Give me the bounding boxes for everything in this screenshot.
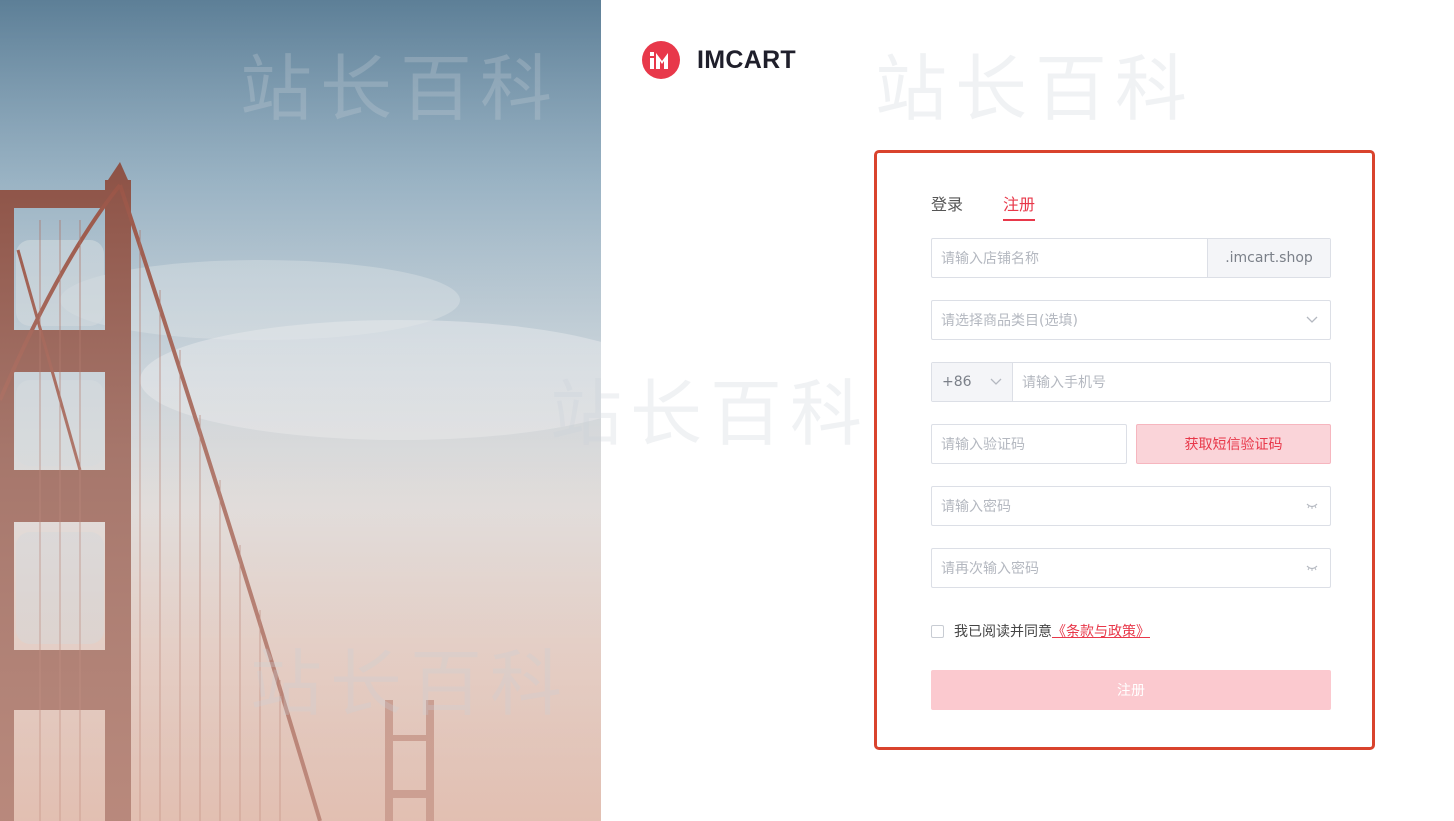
password-confirm-input[interactable]: 请再次输入密码 bbox=[932, 558, 1294, 578]
agreement-row: 我已阅读并同意 《条款与政策》 bbox=[931, 621, 1150, 641]
get-sms-code-button[interactable]: 获取短信验证码 bbox=[1136, 424, 1331, 464]
eye-closed-icon[interactable] bbox=[1294, 565, 1330, 571]
password-field[interactable]: 请输入密码 bbox=[931, 486, 1331, 526]
phone-field[interactable]: +86 请输入手机号 bbox=[931, 362, 1331, 402]
logo-mark-icon bbox=[642, 41, 680, 79]
category-select[interactable]: 请选择商品类目(选填) bbox=[931, 300, 1331, 340]
store-name-field[interactable]: 请输入店铺名称 .imcart.shop bbox=[931, 238, 1331, 278]
agreement-checkbox[interactable] bbox=[931, 624, 944, 638]
tab-login[interactable]: 登录 bbox=[931, 191, 963, 221]
eye-closed-icon[interactable] bbox=[1294, 503, 1330, 509]
country-code-value: +86 bbox=[942, 374, 972, 390]
watermark: 站长百科 bbox=[875, 47, 1196, 131]
terms-link[interactable]: 《条款与政策》 bbox=[1052, 621, 1150, 641]
brand-name: IMCART bbox=[697, 45, 797, 74]
chevron-down-icon bbox=[990, 378, 1002, 385]
country-code-select[interactable]: +86 bbox=[932, 363, 1013, 401]
category-placeholder: 请选择商品类目(选填) bbox=[941, 313, 1078, 329]
sms-code-field[interactable]: 请输入验证码 bbox=[931, 424, 1127, 464]
store-name-input[interactable]: 请输入店铺名称 bbox=[932, 248, 1207, 268]
hero-image bbox=[0, 0, 601, 821]
bridge-illustration bbox=[0, 0, 601, 821]
phone-input[interactable]: 请输入手机号 bbox=[1013, 372, 1330, 392]
chevron-down-icon[interactable] bbox=[1294, 316, 1330, 324]
tab-register[interactable]: 注册 bbox=[1003, 191, 1036, 221]
password-input[interactable]: 请输入密码 bbox=[932, 496, 1294, 516]
agreement-text: 我已阅读并同意 bbox=[954, 624, 1052, 640]
sms-code-input[interactable]: 请输入验证码 bbox=[932, 434, 1126, 454]
register-card: 登录 注册 请输入店铺名称 .imcart.shop 请选择商品类目(选填) +… bbox=[874, 150, 1375, 750]
store-domain-suffix: .imcart.shop bbox=[1207, 239, 1330, 277]
register-button[interactable]: 注册 bbox=[931, 670, 1331, 710]
brand-logo[interactable]: IMCART bbox=[642, 40, 796, 80]
auth-tabs: 登录 注册 bbox=[931, 191, 1075, 221]
password-confirm-field[interactable]: 请再次输入密码 bbox=[931, 548, 1331, 588]
